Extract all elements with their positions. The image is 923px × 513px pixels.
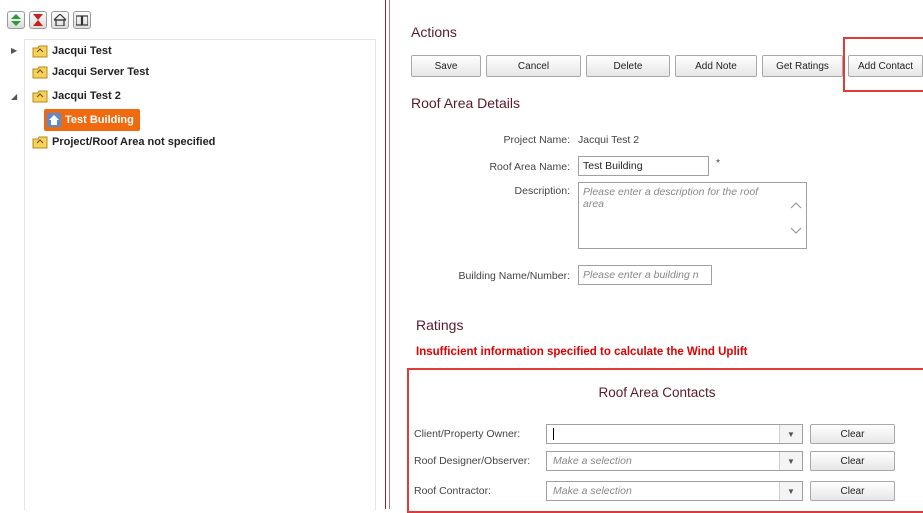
project-name-value: Jacqui Test 2 xyxy=(578,134,640,146)
details-heading: Roof Area Details xyxy=(411,95,520,111)
building-name-label: Building Name/Number: xyxy=(458,270,570,282)
project-folder-icon xyxy=(32,90,48,103)
description-placeholder: Please enter a description for the roof … xyxy=(583,186,759,210)
roof-contractor-label: Roof Contractor: xyxy=(414,485,492,497)
save-button[interactable]: Save xyxy=(411,55,481,77)
add-contact-highlight xyxy=(843,37,923,92)
client-owner-label: Client/Property Owner: xyxy=(414,428,521,440)
building-name-placeholder: Please enter a building n xyxy=(583,269,699,281)
book-icon xyxy=(76,15,88,26)
ratings-warning: Insufficient information specified to ca… xyxy=(416,346,748,358)
roof-designer-label: Roof Designer/Observer: xyxy=(414,455,531,467)
tree-item-jacqui-test[interactable]: Jacqui Test xyxy=(32,42,112,60)
roof-contractor-select[interactable]: Make a selection ▼ xyxy=(546,481,803,501)
panel-divider[interactable] xyxy=(385,0,386,509)
contacts-heading: Roof Area Contacts xyxy=(598,385,716,400)
chevron-down-icon[interactable]: ▼ xyxy=(779,452,802,470)
home-button[interactable] xyxy=(51,11,69,29)
hourglass-icon xyxy=(33,14,43,26)
tree-item-test-building[interactable]: Test Building xyxy=(44,109,140,131)
building-icon xyxy=(47,113,61,127)
ratings-heading: Ratings xyxy=(416,317,464,333)
get-ratings-button[interactable]: Get Ratings xyxy=(762,55,843,77)
collapse-arrow-icon[interactable]: ◢ xyxy=(11,92,17,101)
tree-item-jacqui-test-2[interactable]: Jacqui Test 2 xyxy=(32,87,121,105)
required-marker: * xyxy=(716,157,721,169)
scroll-arrows-icon[interactable] xyxy=(790,201,802,237)
cancel-button[interactable]: Cancel xyxy=(486,55,581,77)
text-cursor xyxy=(553,428,554,440)
tree-item-unspecified[interactable]: Project/Roof Area not specified xyxy=(32,133,215,151)
add-note-button[interactable]: Add Note xyxy=(675,55,757,77)
expand-arrow-icon[interactable]: ▶ xyxy=(11,46,17,55)
home-icon xyxy=(54,14,66,26)
project-folder-icon xyxy=(32,45,48,58)
project-folder-icon xyxy=(32,136,48,149)
panel-divider-shadow xyxy=(389,0,390,509)
roof-area-name-input[interactable]: Test Building xyxy=(578,156,709,176)
project-name-label: Project Name: xyxy=(503,134,570,146)
description-label: Description: xyxy=(514,185,570,197)
expand-collapse-button[interactable] xyxy=(7,11,25,29)
expand-collapse-icon xyxy=(11,14,21,26)
client-owner-clear-button[interactable]: Clear xyxy=(810,424,895,444)
client-owner-select[interactable]: ▼ xyxy=(546,424,803,444)
roof-area-name-label: Roof Area Name: xyxy=(489,161,570,173)
roof-contractor-clear-button[interactable]: Clear xyxy=(810,481,895,501)
chevron-down-icon[interactable]: ▼ xyxy=(779,482,802,500)
tree-item-jacqui-server-test[interactable]: Jacqui Server Test xyxy=(32,63,149,81)
delete-button[interactable]: Delete xyxy=(586,55,670,77)
book-button[interactable] xyxy=(73,11,91,29)
hourglass-button[interactable] xyxy=(29,11,47,29)
project-folder-icon xyxy=(32,66,48,79)
actions-heading: Actions xyxy=(411,24,457,40)
roof-designer-select[interactable]: Make a selection ▼ xyxy=(546,451,803,471)
description-textarea[interactable]: Please enter a description for the roof … xyxy=(578,182,807,249)
building-name-input[interactable]: Please enter a building n xyxy=(578,265,712,285)
chevron-down-icon[interactable]: ▼ xyxy=(779,425,802,443)
roof-designer-clear-button[interactable]: Clear xyxy=(810,451,895,471)
